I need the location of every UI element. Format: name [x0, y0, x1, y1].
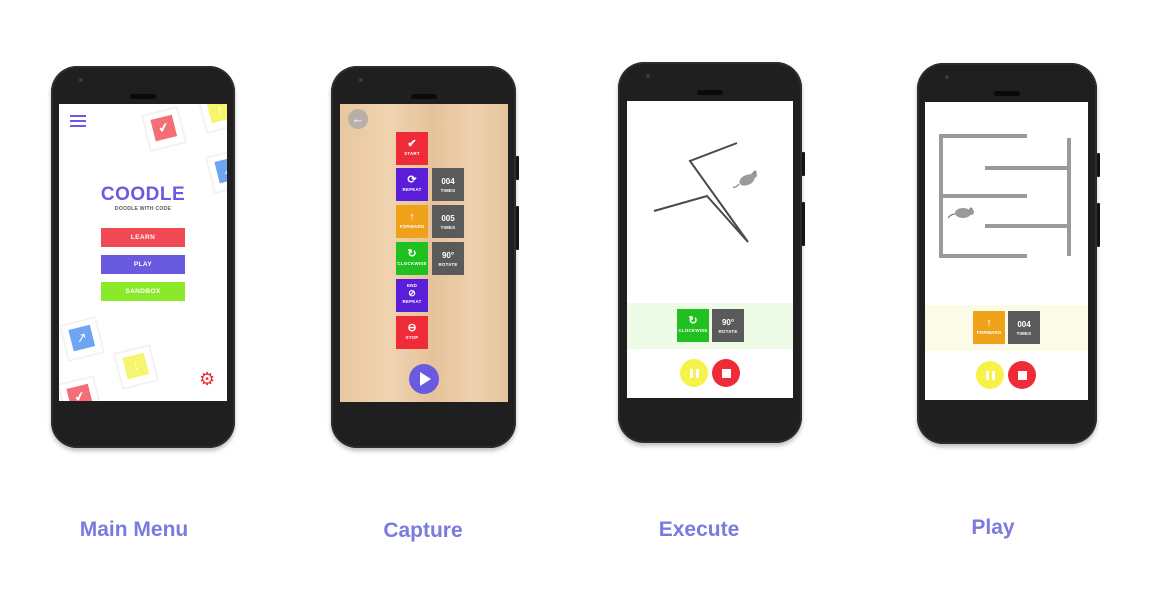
times-param[interactable]: 004 TIMES — [432, 168, 464, 201]
times-param[interactable]: 004 TIMES — [1008, 311, 1040, 344]
pause-icon — [689, 369, 699, 379]
camera-dot — [359, 78, 363, 82]
phone-main-menu: ✔ ↑ ↗ ↗ ↓ ✔ COODLE DOODLE WITH CODE LEAR… — [51, 66, 235, 448]
camera-dot — [945, 75, 949, 79]
stop-button[interactable] — [1008, 361, 1036, 389]
app-title: COODLE — [100, 184, 186, 205]
forward-tile: ↑ — [196, 104, 227, 135]
caption-capture: Capture — [383, 519, 463, 542]
mouse-icon — [732, 170, 757, 188]
learn-button[interactable]: LEARN — [101, 228, 185, 247]
camera-dot — [646, 74, 650, 78]
hamburger-icon[interactable] — [70, 115, 86, 127]
caption-main-menu: Main Menu — [79, 518, 189, 541]
phone-execute: ↻ CLOCKWISE 90° ROTATE — [618, 62, 805, 443]
maze — [925, 102, 1088, 302]
rotate-param[interactable]: 90° ROTATE — [432, 242, 464, 275]
app-tagline: DOODLE WITH CODE — [114, 206, 172, 212]
stop-icon — [721, 369, 731, 379]
repeat-block[interactable]: ⟳ REPEAT — [396, 168, 428, 201]
start-tile: ✔ — [140, 105, 188, 153]
times-param[interactable]: 005 TIMES — [432, 205, 464, 238]
capture-screen: ← ✔ START ⟳ REPEAT ↑ FORWARD ↻ CLOCKWISE END… — [340, 104, 508, 402]
sandbox-button[interactable]: SANDBOX — [101, 282, 185, 301]
gear-icon[interactable]: ⚙ — [199, 370, 217, 388]
speaker-grille — [130, 94, 156, 99]
pause-button[interactable] — [976, 361, 1004, 389]
camera-dot — [79, 78, 83, 82]
bottom-left-tile: ✔ — [59, 374, 104, 401]
play-button[interactable] — [409, 364, 439, 394]
command-strip: ↻ CLOCKWISE 90° ROTATE — [627, 303, 793, 349]
stop-button[interactable] — [712, 359, 740, 387]
side-button — [1097, 153, 1100, 177]
stop-block[interactable]: ⊖ STOP — [396, 316, 428, 349]
side-button — [802, 202, 805, 246]
caption-execute: Execute — [658, 518, 740, 541]
mouse-icon — [947, 207, 974, 219]
phone-play: ↑ FORWARD 004 TIMES — [917, 63, 1100, 444]
start-block[interactable]: ✔ START — [396, 132, 428, 165]
execute-screen: ↻ CLOCKWISE 90° ROTATE — [627, 101, 793, 398]
speaker-grille — [994, 91, 1020, 96]
command-strip: ↑ FORWARD 004 TIMES — [925, 305, 1088, 351]
play-icon — [420, 372, 431, 386]
play-screen: ↑ FORWARD 004 TIMES — [925, 102, 1088, 400]
forward-block[interactable]: ↑ FORWARD — [973, 311, 1005, 344]
play-button[interactable]: PLAY — [101, 255, 185, 274]
pause-button[interactable] — [680, 359, 708, 387]
drawn-path — [653, 142, 749, 243]
side-button — [1097, 203, 1100, 247]
stop-icon — [1017, 371, 1027, 381]
forward-block[interactable]: ↑ FORWARD — [396, 205, 428, 238]
end-repeat-block[interactable]: END ⊘ REPEAT — [396, 279, 428, 312]
right-tile: ↗ — [59, 315, 106, 363]
phone-capture: ← ✔ START ⟳ REPEAT ↑ FORWARD ↻ CLOCKWISE END… — [331, 66, 519, 448]
side-button — [516, 206, 519, 250]
drawing-canvas — [653, 142, 757, 243]
back-arrow-icon[interactable]: ← — [348, 109, 368, 129]
rotate-param[interactable]: 90° ROTATE — [712, 309, 744, 342]
repeat-tile: ↓ — [112, 343, 160, 391]
pause-icon — [985, 371, 995, 381]
side-button — [802, 152, 805, 176]
main-menu-screen: ✔ ↑ ↗ ↗ ↓ ✔ COODLE DOODLE WITH CODE LEAR… — [59, 104, 227, 401]
caption-play: Play — [971, 516, 1015, 539]
clockwise-block[interactable]: ↻ CLOCKWISE — [396, 242, 428, 275]
speaker-grille — [697, 90, 723, 95]
clockwise-block[interactable]: ↻ CLOCKWISE — [677, 309, 709, 342]
speaker-grille — [410, 94, 437, 99]
side-button — [516, 156, 519, 180]
